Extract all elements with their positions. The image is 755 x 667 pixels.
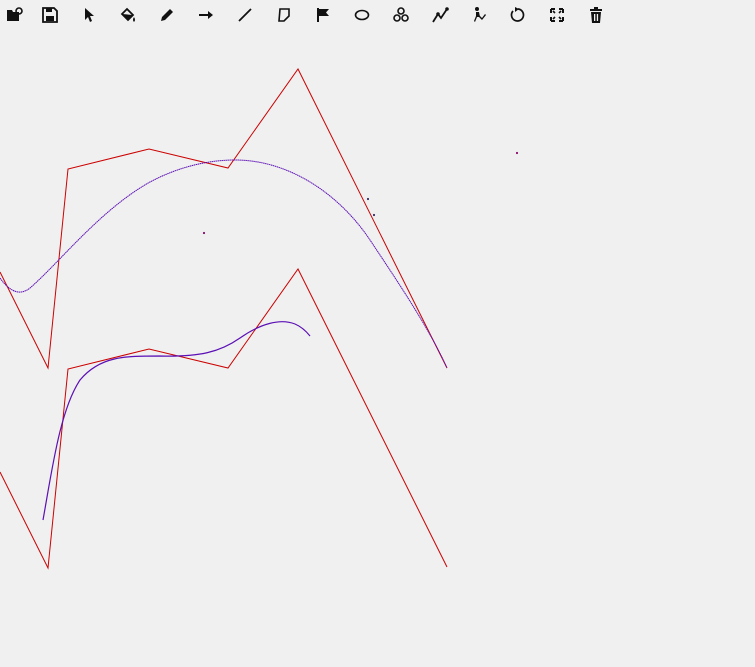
canvas-point bbox=[202, 231, 206, 235]
open-button[interactable] bbox=[2, 3, 26, 27]
arrow-button[interactable] bbox=[194, 3, 218, 27]
spiral-button[interactable] bbox=[389, 3, 413, 27]
toolbar bbox=[0, 0, 755, 30]
polygon-icon bbox=[278, 8, 290, 22]
arrow-icon bbox=[199, 11, 213, 19]
save-button[interactable] bbox=[38, 3, 62, 27]
canvas-point bbox=[366, 197, 370, 201]
fill-button[interactable] bbox=[116, 3, 140, 27]
flag-button[interactable] bbox=[311, 3, 335, 27]
flag-icon bbox=[317, 8, 329, 22]
open-icon bbox=[7, 7, 23, 21]
fill-bucket-icon bbox=[120, 7, 135, 22]
canvas-point bbox=[372, 213, 376, 217]
pencil-button[interactable] bbox=[155, 3, 179, 27]
pencil-icon bbox=[161, 9, 173, 21]
polyline-bezier-icon bbox=[432, 7, 449, 23]
line-button[interactable] bbox=[233, 3, 257, 27]
drawing-app bbox=[0, 0, 755, 667]
figure-icon bbox=[474, 7, 486, 22]
rotate-button[interactable] bbox=[506, 3, 530, 27]
bezier-button[interactable] bbox=[428, 3, 452, 27]
fullscreen-icon bbox=[550, 8, 564, 22]
line-icon bbox=[238, 8, 252, 22]
rotate-icon bbox=[510, 7, 525, 22]
canvas-drawing bbox=[0, 68, 519, 570]
trash-icon bbox=[590, 7, 602, 23]
spiral-icon bbox=[393, 7, 409, 22]
fullscreen-button[interactable] bbox=[545, 3, 569, 27]
lower-bezier-curve bbox=[42, 321, 311, 521]
select-pointer-icon bbox=[85, 8, 94, 22]
delete-button[interactable] bbox=[584, 3, 608, 27]
lower-control-polyline bbox=[0, 268, 448, 570]
figure-button[interactable] bbox=[467, 3, 491, 27]
drawing-canvas[interactable] bbox=[0, 30, 755, 666]
polygon-button[interactable] bbox=[272, 3, 296, 27]
ellipse-icon bbox=[354, 9, 370, 21]
ellipse-button[interactable] bbox=[350, 3, 374, 27]
select-button[interactable] bbox=[77, 3, 101, 27]
canvas-point bbox=[515, 151, 519, 155]
upper-bezier-curve bbox=[0, 159, 448, 369]
save-icon bbox=[42, 7, 58, 23]
upper-control-polyline bbox=[0, 68, 448, 370]
